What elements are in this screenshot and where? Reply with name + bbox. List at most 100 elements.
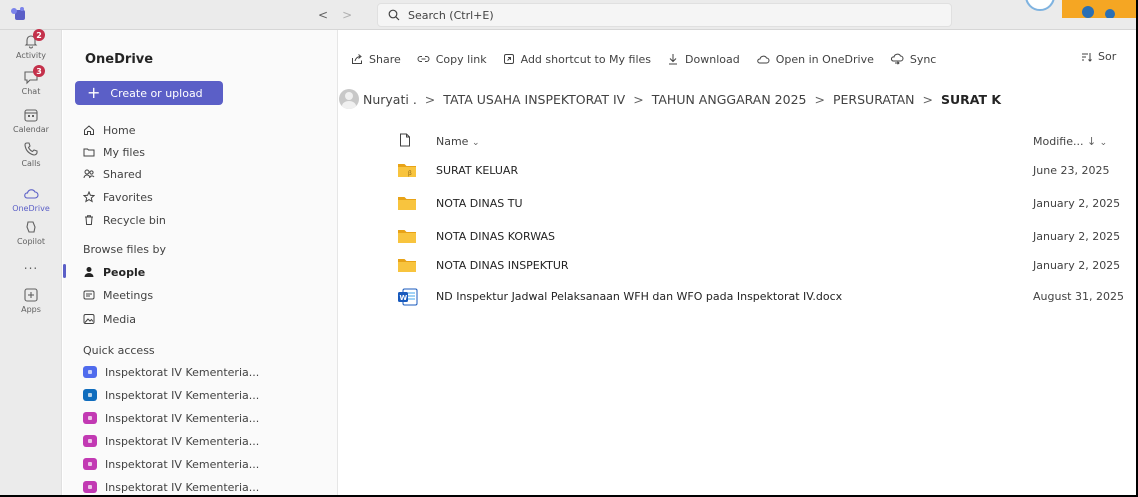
file-name[interactable]: NOTA DINAS KORWAS — [436, 230, 555, 243]
search-input[interactable] — [408, 8, 908, 22]
rail-item-apps[interactable]: Apps — [0, 286, 62, 322]
nav-item-shared[interactable]: Shared — [83, 165, 142, 183]
sync-icon — [890, 53, 904, 65]
file-modified: January 2, 2025 — [1033, 259, 1121, 272]
selection-indicator — [63, 264, 66, 278]
sync-button[interactable]: Sync — [890, 53, 936, 66]
browse-files-by-label: Browse files by — [83, 243, 167, 256]
quick-access-item[interactable]: Inspektorat IV Kementeria... — [83, 478, 259, 496]
file-row[interactable]: W ND Inspektur Jadwal Pelaksanaan WFH da… — [339, 286, 1138, 308]
download-icon — [669, 54, 678, 65]
nav-item-media[interactable]: Media — [83, 310, 136, 328]
add-shortcut-button[interactable]: Add shortcut to My files — [503, 53, 651, 66]
quick-access-item[interactable]: Inspektorat IV Kementeria... — [83, 432, 259, 450]
site-icon — [83, 366, 97, 378]
cloud-icon — [22, 185, 40, 203]
name-column-header[interactable]: Name ⌄ — [436, 135, 480, 148]
nav-item-people[interactable]: People — [83, 263, 145, 281]
download-button[interactable]: Download — [667, 53, 740, 66]
title-bar: < > — [0, 0, 1138, 30]
shared-folder-icon — [398, 230, 416, 243]
file-name[interactable]: SURAT KELUAR — [436, 164, 518, 177]
chevron-right-icon: > — [424, 91, 436, 107]
file-modified: August 31, 2025 — [1033, 290, 1124, 303]
breadcrumb: Nuryati . > TATA USAHA INSPEKTORAT IV > … — [339, 88, 1001, 110]
breadcrumb-item[interactable]: Nuryati . — [363, 92, 417, 107]
history-nav: < > — [318, 8, 352, 22]
share-button[interactable]: Share — [351, 53, 401, 66]
file-type-icon — [400, 133, 410, 147]
chat-badge: 3 — [33, 65, 45, 77]
word-document-icon: W — [398, 288, 418, 306]
nav-item-meetings[interactable]: Meetings — [83, 286, 153, 304]
chevron-right-icon: > — [633, 91, 644, 107]
copy-link-button[interactable]: Copy link — [417, 53, 487, 66]
shared-folder-icon: ꞵ — [398, 164, 416, 177]
rail-item-activity[interactable]: 2 Activity — [0, 29, 62, 68]
onedrive-nav-pane: OneDrive + Create or upload Home My file… — [63, 30, 338, 497]
file-modified: January 2, 2025 — [1033, 230, 1121, 243]
folder-icon — [83, 148, 95, 157]
file-row[interactable]: ꞵ SURAT KELUAR June 23, 2025 — [339, 160, 1138, 182]
teams-logo-icon[interactable] — [10, 6, 26, 22]
breadcrumb-current: SURAT K — [941, 91, 1002, 107]
chevron-right-icon: > — [814, 91, 825, 107]
site-icon — [83, 412, 97, 424]
command-bar: Share Copy link Add shortcut to My files… — [339, 50, 936, 68]
file-modified: June 23, 2025 — [1033, 164, 1110, 177]
chevron-down-icon: ⌄ — [1099, 138, 1108, 148]
quick-access-item[interactable]: Inspektorat IV Kementeria... — [83, 409, 259, 427]
file-name[interactable]: ND Inspektur Jadwal Pelaksanaan WFH dan … — [436, 290, 842, 303]
rail-item-onedrive[interactable]: OneDrive — [0, 185, 62, 221]
more-icon: ... — [23, 258, 39, 272]
nav-item-recycle-bin[interactable]: Recycle bin — [83, 211, 166, 229]
file-modified: January 2, 2025 — [1033, 197, 1121, 210]
file-row[interactable]: NOTA DINAS INSPEKTUR January 2, 2025 — [339, 255, 1138, 277]
activity-badge: 2 — [33, 29, 45, 41]
people-icon — [83, 169, 95, 179]
site-icon — [83, 435, 97, 447]
create-or-upload-button[interactable]: + Create or upload — [75, 81, 223, 105]
sort-button[interactable]: Sor — [1080, 50, 1116, 63]
avatar — [339, 89, 359, 109]
modified-column-header[interactable]: Modifie... ↓ ⌄ — [1033, 135, 1107, 148]
calendar-icon — [22, 106, 40, 124]
chevron-right-icon: > — [922, 91, 933, 107]
meetings-icon — [83, 290, 95, 300]
trash-icon — [85, 215, 93, 225]
search-box[interactable] — [377, 3, 952, 27]
quick-access-item[interactable]: Inspektorat IV Kementeria... — [83, 386, 259, 404]
decorative-corner-image — [1018, 0, 1138, 18]
nav-item-my-files[interactable]: My files — [83, 143, 145, 161]
rail-item-calendar[interactable]: Calendar — [0, 106, 62, 142]
onedrive-cloud-icon — [756, 55, 770, 64]
site-icon — [83, 458, 97, 470]
file-name[interactable]: NOTA DINAS TU — [436, 197, 523, 210]
forward-arrow-icon[interactable]: > — [342, 8, 352, 22]
breadcrumb-item[interactable]: PERSURATAN — [833, 92, 915, 107]
link-icon — [417, 56, 430, 62]
chat-icon: 3 — [22, 65, 45, 86]
nav-item-home[interactable]: Home — [83, 121, 135, 139]
bell-icon: 2 — [22, 29, 45, 50]
open-in-onedrive-button[interactable]: Open in OneDrive — [756, 53, 874, 66]
file-name[interactable]: NOTA DINAS INSPEKTUR — [436, 259, 569, 272]
shortcut-icon — [503, 54, 514, 64]
shared-folder-icon — [398, 259, 416, 272]
rail-item-calls[interactable]: Calls — [0, 140, 62, 176]
shared-folder-icon — [398, 197, 416, 210]
arrow-down-icon: ↓ — [1086, 135, 1097, 148]
chevron-down-icon: ⌄ — [471, 138, 480, 148]
file-row[interactable]: NOTA DINAS KORWAS January 2, 2025 — [339, 226, 1138, 248]
quick-access-item[interactable]: Inspektorat IV Kementeria... — [83, 455, 259, 473]
quick-access-item[interactable]: Inspektorat IV Kementeria... — [83, 363, 259, 381]
copilot-icon — [22, 218, 40, 236]
file-row[interactable]: NOTA DINAS TU January 2, 2025 — [339, 193, 1138, 215]
star-icon — [83, 191, 95, 203]
breadcrumb-item[interactable]: TAHUN ANGGARAN 2025 — [652, 92, 807, 107]
back-arrow-icon[interactable]: < — [318, 8, 328, 22]
rail-item-chat[interactable]: 3 Chat — [0, 65, 62, 104]
breadcrumb-item[interactable]: TATA USAHA INSPEKTORAT IV — [443, 92, 625, 107]
nav-item-favorites[interactable]: Favorites — [83, 188, 153, 206]
rail-item-copilot[interactable]: Copilot — [0, 218, 62, 254]
